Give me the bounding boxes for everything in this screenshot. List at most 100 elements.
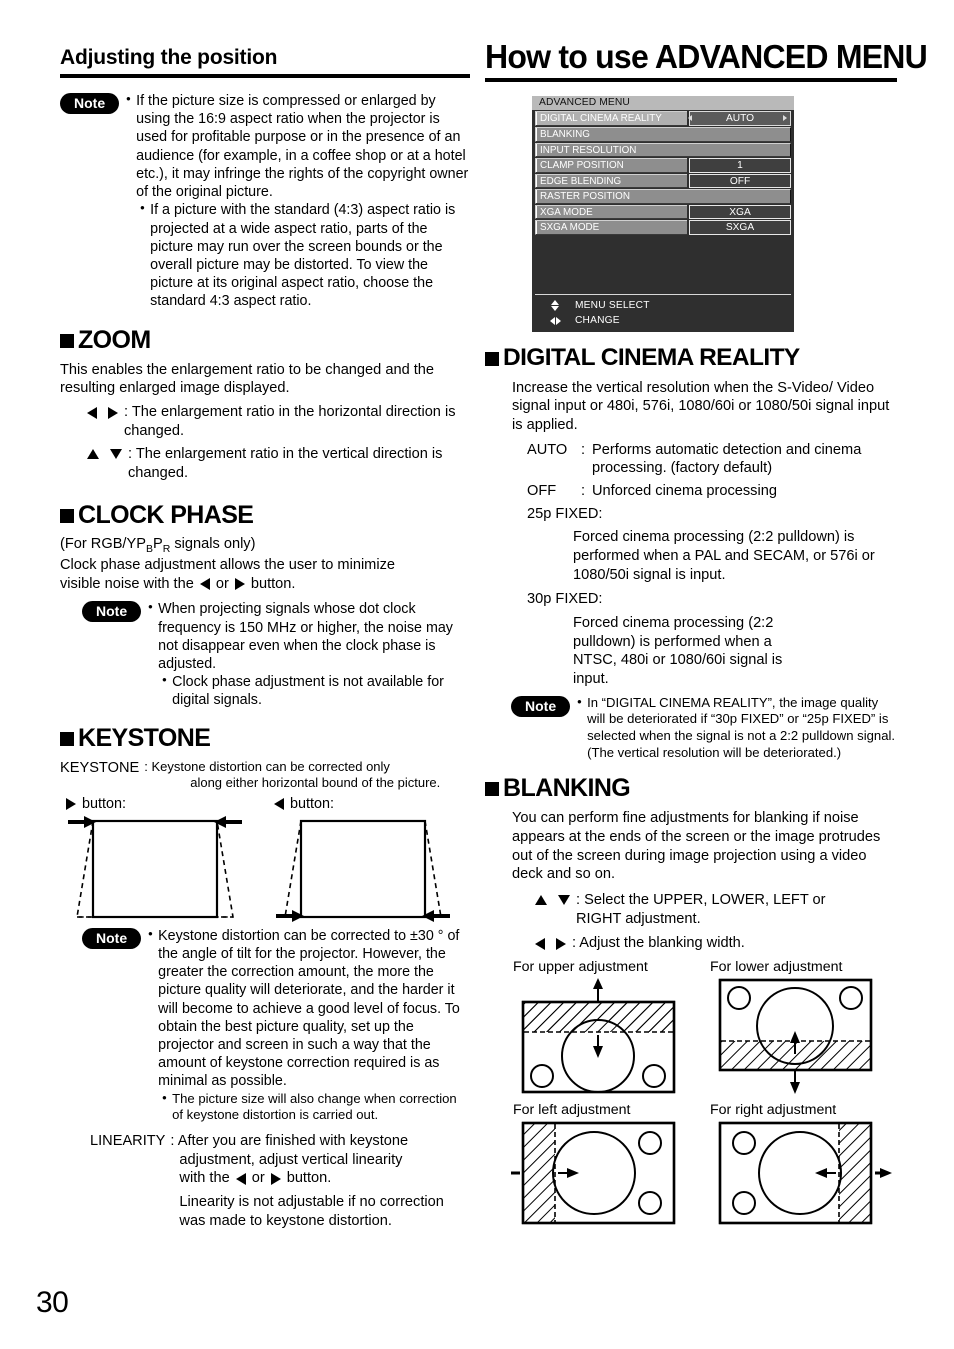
note-item: Keystone distortion can be corrected to … (148, 926, 470, 1091)
keystone-left-caption-text: button: (290, 795, 335, 812)
osd-row-value[interactable]: 1 (689, 158, 791, 173)
note-block-clock-phase: Note When projecting signals whose dot c… (82, 599, 470, 709)
note-block-aspect: Note If the picture size is compressed o… (60, 91, 470, 311)
clock-phase-line3-post: button. (250, 575, 296, 592)
osd-row-value[interactable]: XGA (689, 204, 791, 220)
blanking-figure-right: For right adjustment (708, 1102, 892, 1229)
dcr-option-name: OFF (527, 483, 557, 500)
note-badge: Note (60, 93, 120, 115)
right-column: How to use ADVANCED MENU ADVANCED MENU D… (485, 39, 928, 1229)
osd-row-value[interactable]: OFF (689, 173, 791, 189)
zoom-key-horizontal-text: : The enlargement ratio in the horizonta… (124, 403, 456, 439)
note-badge: Note (511, 695, 571, 717)
clock-phase-signals-line: (For RGB/YPBPR signals only) (60, 535, 470, 556)
linearity-line3-mid: or (251, 1170, 265, 1187)
blanking-section: BLANKING You can perform fine adjustment… (485, 774, 897, 1229)
note-item: Clock phase adjustment is not available … (162, 672, 470, 709)
digital-cinema-reality-section: DIGITAL CINEMA REALITY Increase the vert… (485, 344, 897, 761)
linearity-line3-pre: with the (179, 1170, 230, 1187)
osd-row-edge-blending[interactable]: EDGE BLENDING OFF (535, 173, 791, 189)
black-square-icon (60, 508, 74, 523)
osd-row-sxga-mode[interactable]: SXGA MODE SXGA (535, 220, 791, 236)
osd-decrease-arrow-icon[interactable] (688, 115, 692, 122)
keystone-left-caption: button: (268, 796, 458, 812)
arrow-left-icon (235, 1172, 246, 1185)
blanking-lower-diagram (708, 978, 883, 1096)
osd-row-label: RASTER POSITION (535, 189, 791, 204)
up-down-arrow-icons (535, 891, 570, 906)
osd-row-value[interactable]: AUTO (689, 111, 791, 126)
linearity-line3-post: button. (286, 1170, 332, 1187)
osd-row-label: CLAMP POSITION (535, 158, 687, 173)
osd-increase-arrow-icon[interactable] (783, 115, 787, 122)
note-item: The picture size will also change when c… (162, 1090, 470, 1124)
arrow-right-icon (234, 578, 245, 591)
document-page: Adjusting the position Note If the pictu… (0, 0, 954, 1349)
blanking-figure-upper: For upper adjustment (511, 959, 686, 1096)
linearity-line1: : After you are finished with keystone (170, 1132, 409, 1149)
arrow-down-icon (558, 895, 570, 906)
section-heading-text: Adjusting the position (60, 46, 278, 69)
blanking-figure-lower: For lower adjustment (708, 959, 883, 1096)
note-item: If the picture size is compressed or enl… (126, 91, 470, 201)
osd-footer-label: MENU SELECT (575, 300, 650, 312)
arrow-left-icon (199, 578, 210, 591)
keystone-right-diagram (60, 813, 250, 925)
osd-row-label: XGA MODE (535, 204, 687, 220)
blanking-figure-caption: For left adjustment (513, 1102, 631, 1119)
dcr-option-sep: : (581, 441, 586, 458)
osd-row-value[interactable]: SXGA (689, 220, 791, 236)
dcr-option-name: AUTO (527, 441, 568, 458)
blanking-upper-diagram (511, 978, 686, 1096)
osd-row-blanking[interactable]: BLANKING (535, 126, 791, 142)
osd-row-clamp-position[interactable]: CLAMP POSITION 1 (535, 158, 791, 173)
keystone-def-line2: along either horizontal bound of the pic… (190, 775, 441, 791)
blanking-figure-left: For left adjustment (505, 1102, 686, 1229)
keystone-left-svg (276, 819, 450, 922)
note-item: In “DIGITAL CINEMA REALITY”, the image q… (577, 694, 897, 762)
zoom-key-vertical: : The enlargement ratio in the vertical … (87, 445, 470, 482)
up-down-arrow-icons (87, 445, 122, 460)
keystone-figure-right-button: button: (60, 796, 250, 925)
main-heading-rule (485, 78, 897, 83)
note-block-keystone: Note Keystone distortion can be correcte… (82, 926, 470, 1124)
note-block-dcr: Note In “DIGITAL CINEMA REALITY”, the im… (511, 694, 897, 762)
clock-phase-line2: Clock phase adjustment allows the user t… (60, 557, 395, 574)
zoom-key-vertical-text: : The enlargement ratio in the vertical … (128, 446, 443, 481)
linearity-block: LINEARITY : After you are finished with … (60, 1132, 470, 1230)
blanking-figure-row-top: For upper adjustment For lower adjustmen… (511, 959, 897, 1096)
clock-phase-signals-post: signals only) (170, 535, 256, 552)
osd-footer-menu-select: MENU SELECT (535, 298, 791, 313)
note-body: When projecting signals whose dot clock … (148, 599, 470, 709)
main-heading-block: How to use ADVANCED MENU (485, 39, 928, 83)
osd-row-digital-cinema-reality[interactable]: DIGITAL CINEMA REALITY AUTO (535, 111, 791, 126)
dcr-heading-text: DIGITAL CINEMA REALITY (503, 344, 800, 372)
clock-phase-signals-pre: (For RGB/YP (60, 535, 146, 552)
dcr-option-sep: : (581, 483, 586, 500)
osd-row-xga-mode[interactable]: XGA MODE XGA (535, 204, 791, 220)
blanking-figure-row-bottom: For left adjustment For right adjustment (505, 1102, 897, 1229)
keystone-heading: KEYSTONE (60, 724, 470, 752)
osd-footer-label: CHANGE (575, 315, 620, 327)
blanking-key-select-text: : Select the UPPER, LOWER, LEFT or RIGHT… (576, 892, 826, 927)
note-body: In “DIGITAL CINEMA REALITY”, the image q… (577, 694, 897, 762)
blanking-figure-caption: For upper adjustment (513, 959, 648, 976)
arrow-up-icon (87, 449, 99, 460)
arrow-left-icon (535, 938, 545, 951)
blanking-key-width-text: : Adjust the blanking width. (572, 935, 745, 952)
blanking-lower-svg (718, 978, 873, 1095)
keystone-heading-text: KEYSTONE (78, 723, 211, 752)
osd-row-input-resolution[interactable]: INPUT RESOLUTION (535, 142, 791, 158)
dcr-fixed-text: Forced cinema processing (2:2 pulldown) … (573, 615, 783, 688)
blanking-right-diagram (708, 1121, 892, 1229)
arrow-up-icon (535, 895, 547, 906)
arrow-down-icon (110, 449, 122, 460)
linearity-line4: Linearity is not adjustable if no correc… (179, 1193, 444, 1210)
clock-phase-heading: CLOCK PHASE (60, 501, 470, 529)
note-item: If a picture with the standard (4:3) asp… (140, 200, 470, 310)
dcr-option-text: Performs automatic detection and cinema … (592, 441, 862, 477)
osd-row-raster-position[interactable]: RASTER POSITION (535, 189, 791, 204)
blanking-figure-caption: For right adjustment (710, 1102, 837, 1119)
black-square-icon (485, 352, 499, 367)
clock-phase-line3-mid: or (215, 575, 229, 592)
